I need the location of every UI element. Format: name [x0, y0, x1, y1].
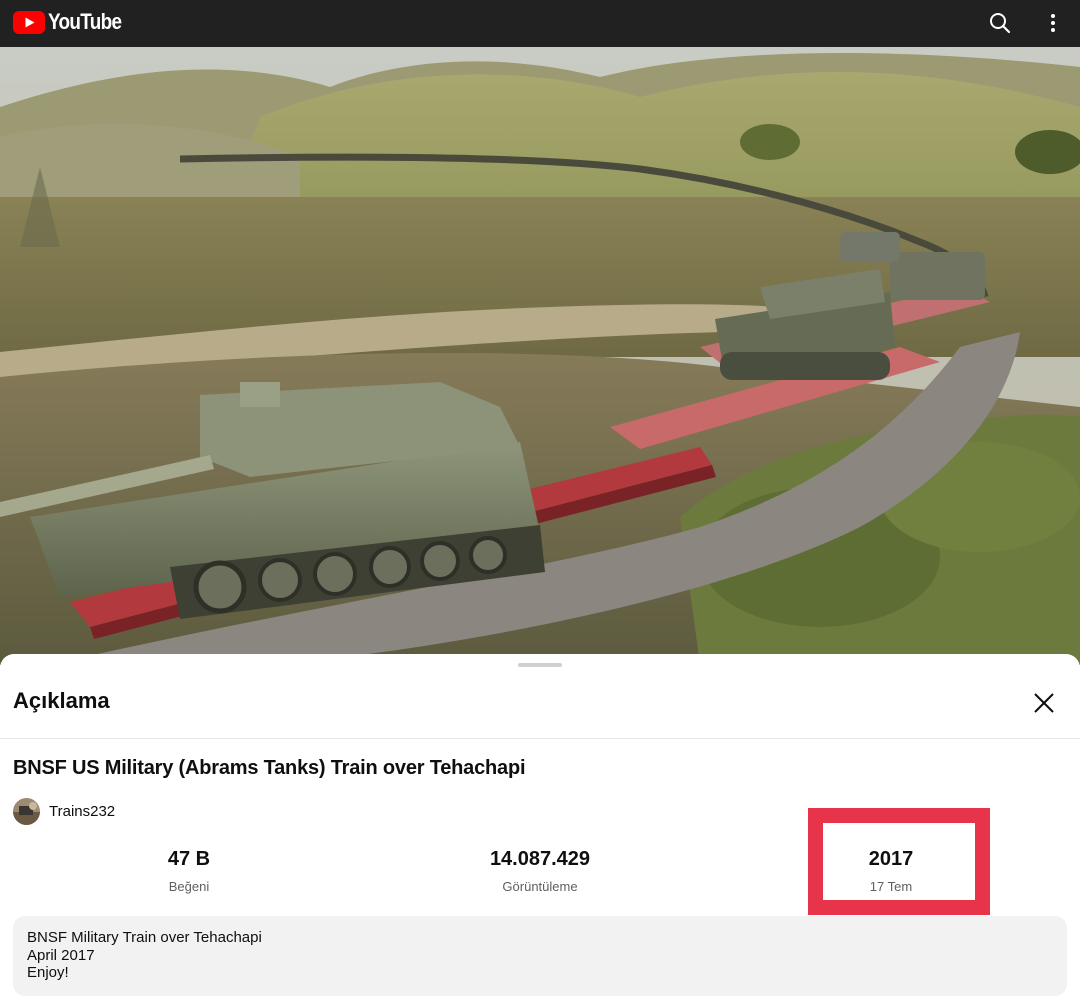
description-text-box[interactable]: BNSF Military Train over Tehachapi April…: [13, 916, 1067, 996]
description-line: BNSF Military Train over Tehachapi: [27, 929, 262, 946]
brand-wordmark: YouTube: [48, 9, 122, 34]
description-line: April 2017: [27, 946, 95, 964]
search-icon: [990, 13, 1011, 34]
youtube-play-icon: [13, 10, 45, 34]
likes-count: 47 B: [167, 848, 211, 870]
date-highlight-box: [808, 808, 990, 915]
divider: [0, 738, 1080, 739]
top-app-bar: YouTube: [0, 0, 1080, 47]
channel-link[interactable]: Trains232: [13, 798, 115, 825]
more-options-button[interactable]: [1038, 8, 1068, 38]
video-frame-image: [0, 47, 1080, 665]
close-button[interactable]: [1030, 689, 1058, 717]
sheet-title: Açıklama: [13, 688, 110, 713]
description-line: Enjoy!: [27, 964, 69, 981]
drag-handle[interactable]: [518, 663, 562, 667]
description-sheet: Açıklama BNSF US Military (Abrams Tanks)…: [0, 654, 1080, 1001]
views-count: 14.087.429: [489, 848, 591, 870]
views-stat: 14.087.429 Görüntüleme: [430, 848, 650, 894]
more-vert-icon: [1051, 14, 1055, 32]
youtube-logo[interactable]: YouTube: [13, 9, 133, 35]
likes-label: Beğeni: [168, 879, 210, 894]
video-player[interactable]: [0, 47, 1080, 665]
video-title: BNSF US Military (Abrams Tanks) Train ov…: [13, 757, 526, 779]
views-label: Görüntüleme: [502, 879, 578, 894]
avatar: [13, 798, 40, 825]
likes-stat: 47 B Beğeni: [79, 848, 299, 894]
close-icon: [1034, 693, 1054, 713]
channel-name: Trains232: [49, 803, 116, 820]
search-button[interactable]: [985, 8, 1015, 38]
